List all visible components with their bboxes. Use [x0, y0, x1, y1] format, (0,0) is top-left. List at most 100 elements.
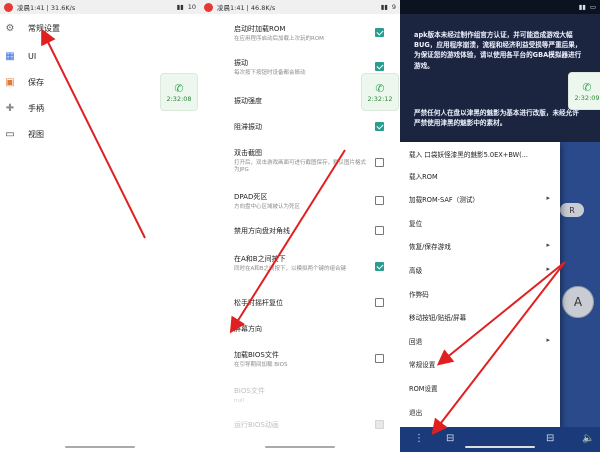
setting-title: 屏幕方向	[234, 325, 262, 333]
save-state-icon[interactable]: ⊟	[446, 433, 454, 444]
status-time: 凌晨1:41 | 46.8K/s	[217, 4, 276, 12]
setting-desc: 打开后，双击游戏画面可进行截图保存，默认图片格式为JPG	[234, 160, 367, 174]
more-vert-icon[interactable]: ⋮	[414, 433, 424, 444]
setting-block-vibration[interactable]: 阻滞振动	[234, 122, 392, 132]
emulator-menu: 载入 口袋妖怪漆黑的魅影5.0EX+BW(... 载入ROM 加载ROM-SAF…	[400, 142, 560, 427]
setting-run-bios-animation: 运行BIOS动画	[234, 420, 392, 430]
setting-disable-diagonal[interactable]: 禁用方向盘对角线	[234, 226, 392, 236]
menu-item-exit[interactable]: 退出	[409, 407, 554, 417]
nav-item-view[interactable]: ▭ 视图	[4, 128, 44, 140]
setting-checkbox[interactable]	[375, 122, 384, 131]
nav-item-label: 手柄	[28, 103, 44, 113]
menu-item-advanced[interactable]: 高级 ▸	[409, 265, 554, 275]
setting-checkbox[interactable]	[375, 158, 384, 167]
record-icon	[4, 2, 13, 12]
dpad-icon: ✚	[5, 102, 15, 114]
warning-text-2: 严禁任何人在盘以津黑的魅影为基本进行改版，未经允许严禁使用津黑的魅影中的素材。	[414, 109, 579, 128]
setting-checkbox[interactable]	[375, 196, 384, 205]
phone-icon: ✆	[582, 80, 592, 94]
floating-call-widget[interactable]: ✆ 2:32:12	[361, 73, 399, 111]
setting-desc: null	[234, 398, 245, 404]
menu-item-label: ROM设置	[409, 385, 438, 393]
status-bar: 凌晨1:41 | 31.6K/s ▮▮ 10	[0, 0, 200, 14]
floppy-icon: ▣	[5, 76, 15, 88]
status-bar: 凌晨1:41 | 46.8K/s ▮▮ 9	[200, 0, 400, 14]
menu-item-load-rom[interactable]: 载入ROM	[409, 171, 554, 181]
setting-title: 加载BIOS文件	[234, 351, 279, 359]
nav-item-gamepad[interactable]: ✚ 手柄	[4, 102, 44, 114]
nav-item-label: 常规设置	[28, 23, 60, 33]
setting-desc: 方向盘中心区域被认为死区	[234, 204, 301, 210]
setting-desc: 每次按下按钮时设备都会振动	[234, 70, 306, 76]
setting-screen-orientation[interactable]: 屏幕方向	[234, 324, 392, 334]
load-state-icon[interactable]: ⊟	[546, 433, 554, 444]
setting-reset-stick-on-release[interactable]: 松手时摇杆复位	[234, 298, 392, 308]
menu-item-general-settings[interactable]: 常规设置	[409, 359, 554, 369]
menu-item-move-buttons[interactable]: 移动按钮/贴纸/屏幕	[409, 312, 554, 322]
setting-double-tap-screenshot[interactable]: 双击截图 打开后，双击游戏画面可进行截图保存，默认图片格式为JPG	[234, 148, 392, 174]
menu-item-label: 退出	[409, 409, 423, 417]
menu-item-label: 载入 口袋妖怪漆黑的魅影5.0EX+BW(...	[409, 151, 528, 159]
gesture-bar	[465, 446, 535, 448]
setting-checkbox	[375, 420, 384, 429]
setting-checkbox[interactable]	[375, 298, 384, 307]
setting-bios-file: BIOS文件 null	[234, 386, 392, 405]
floating-call-widget[interactable]: ✆ 2:32:09	[568, 72, 600, 110]
call-timer: 2:32:09	[574, 93, 600, 102]
nav-item-general[interactable]: ⚙ 常规设置	[4, 22, 60, 34]
menu-item-label: 载入ROM	[409, 173, 438, 181]
menu-item-label: 回退	[409, 338, 423, 346]
setting-title: 禁用方向盘对角线	[234, 227, 290, 235]
status-right: ▮▮ 9	[381, 3, 396, 11]
menu-item-rewind[interactable]: 回退 ▸	[409, 336, 554, 346]
menu-item-label: 移动按钮/贴纸/屏幕	[409, 314, 467, 322]
r-shoulder-button[interactable]: R	[560, 203, 584, 217]
status-bar: ▮▮ ▭	[400, 0, 600, 14]
call-timer: 2:32:12	[367, 94, 393, 103]
setting-checkbox[interactable]	[375, 62, 384, 71]
battery-level: 9	[391, 3, 396, 11]
setting-checkbox[interactable]	[375, 262, 384, 271]
menu-item-load-last[interactable]: 载入 口袋妖怪漆黑的魅影5.0EX+BW(...	[409, 149, 554, 159]
setting-title: 振动	[234, 59, 248, 67]
setting-press-between-a-b[interactable]: 在A和B之间按下 同时在A和B之间按下，以模拟两个键的组合键	[234, 254, 392, 273]
status-right: ▮▮ 10	[177, 3, 196, 11]
chevron-right-icon: ▸	[546, 194, 550, 202]
setting-dpad-deadzone[interactable]: DPAD死区 方向盘中心区域被认为死区	[234, 192, 392, 211]
menu-item-label: 加载ROM-SAF（测试）	[409, 196, 480, 204]
a-button[interactable]: A	[562, 286, 594, 318]
general-settings-panel: 凌晨1:41 | 46.8K/s ▮▮ 9 启动时加载ROM 在应用程序启动后加…	[200, 0, 400, 452]
setting-title: 松手时摇杆复位	[234, 299, 283, 307]
gesture-bar	[265, 446, 335, 448]
menu-item-rom-settings[interactable]: ROM设置	[409, 383, 554, 393]
gear-icon: ⚙	[5, 22, 15, 34]
menu-item-reset[interactable]: 复位	[409, 218, 554, 228]
nav-item-ui[interactable]: ▦ UI	[4, 50, 36, 62]
menu-item-label: 复位	[409, 220, 423, 228]
nav-item-label: 视图	[28, 129, 44, 139]
menu-item-label: 高级	[409, 267, 423, 275]
floating-call-widget[interactable]: ✆ 2:32:08	[160, 73, 198, 111]
menu-item-load-rom-saf[interactable]: 加载ROM-SAF（测试） ▸	[409, 194, 554, 204]
setting-checkbox[interactable]	[375, 354, 384, 363]
setting-title: BIOS文件	[234, 387, 265, 395]
phone-icon: ✆	[375, 81, 385, 95]
menu-item-label: 作弊码	[409, 291, 429, 299]
signal-icon: ▮▮	[578, 3, 586, 11]
battery-icon: ▭	[589, 3, 596, 11]
battery-level: 10	[187, 3, 196, 11]
setting-checkbox[interactable]	[375, 226, 384, 235]
phone-icon: ✆	[174, 81, 184, 95]
setting-load-bios[interactable]: 加载BIOS文件 在引导期间加载 BIOS	[234, 350, 392, 369]
setting-title: 运行BIOS动画	[234, 421, 279, 429]
status-time: 凌晨1:41 | 31.6K/s	[17, 4, 76, 12]
volume-icon[interactable]: 🔈	[582, 433, 594, 444]
setting-title: 阻滞振动	[234, 123, 262, 131]
setting-load-rom-on-start[interactable]: 启动时加载ROM 在应用程序启动后加载上次玩的ROM	[234, 24, 392, 43]
menu-item-label: 恢复/保存游戏	[409, 243, 451, 251]
nav-item-save[interactable]: ▣ 保存	[4, 76, 44, 88]
setting-checkbox[interactable]	[375, 28, 384, 37]
menu-item-save-restore[interactable]: 恢复/保存游戏 ▸	[409, 241, 554, 251]
setting-title: 启动时加载ROM	[234, 25, 286, 33]
menu-item-cheats[interactable]: 作弊码	[409, 289, 554, 299]
